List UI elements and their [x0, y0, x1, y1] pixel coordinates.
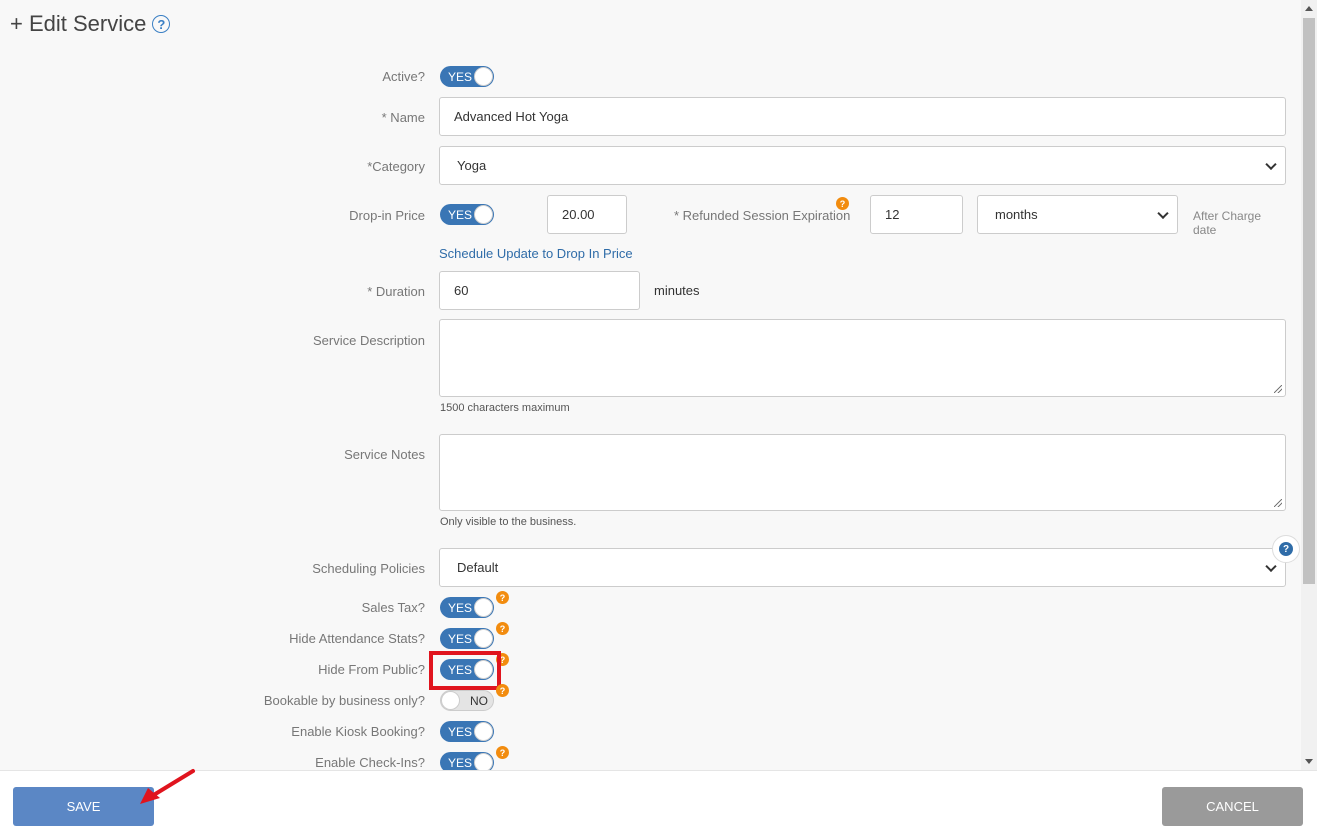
kiosk-booking-toggle[interactable]: YES: [440, 721, 494, 742]
hide-attendance-label: Hide Attendance Stats?: [289, 631, 425, 646]
dropin-price-input[interactable]: 20.00: [547, 195, 627, 234]
question-badge-icon[interactable]: ?: [496, 622, 509, 635]
name-input[interactable]: Advanced Hot Yoga: [439, 97, 1286, 136]
notes-textarea[interactable]: [439, 434, 1286, 511]
resize-handle-icon[interactable]: [1274, 499, 1282, 507]
toggle-knob: [441, 691, 460, 710]
after-charge-text: After Charge date: [1193, 209, 1262, 237]
duration-value: 60: [454, 283, 469, 298]
refund-unit-value: months: [995, 207, 1038, 222]
save-button[interactable]: SAVE: [13, 787, 154, 826]
floating-help-button[interactable]: ?: [1272, 535, 1300, 563]
question-circle-icon: ?: [1279, 542, 1293, 556]
refund-unit-select[interactable]: months: [977, 195, 1178, 234]
toggle-knob: [474, 67, 493, 86]
vertical-scrollbar[interactable]: [1301, 0, 1317, 770]
dropin-toggle[interactable]: YES: [440, 204, 494, 225]
page-title: + Edit Service ?: [10, 11, 171, 37]
dropin-label: Drop-in Price: [349, 208, 425, 223]
schedule-price-update-link[interactable]: Schedule Update to Drop In Price: [439, 246, 633, 261]
highlight-box: [429, 651, 501, 690]
scroll-down-arrow-icon[interactable]: [1305, 759, 1313, 764]
active-toggle-text: YES: [448, 69, 473, 84]
scroll-up-arrow-icon[interactable]: [1305, 6, 1313, 11]
description-textarea[interactable]: [439, 319, 1286, 397]
check-ins-toggle-text: YES: [448, 755, 473, 770]
category-label: *Category: [367, 159, 425, 174]
toggle-knob: [474, 629, 493, 648]
question-badge-icon[interactable]: ?: [496, 684, 509, 697]
scrollbar-thumb[interactable]: [1303, 18, 1315, 584]
bookable-business-toggle[interactable]: NO: [440, 690, 494, 711]
page-title-text: + Edit Service: [10, 11, 147, 36]
description-hint: 1500 characters maximum: [440, 402, 570, 414]
question-badge-icon[interactable]: ?: [836, 197, 849, 210]
kiosk-booking-label: Enable Kiosk Booking?: [291, 724, 425, 739]
refund-expiration-input[interactable]: 12: [870, 195, 963, 234]
toggle-knob: [474, 722, 493, 741]
kiosk-booking-toggle-text: YES: [448, 724, 473, 739]
dropin-toggle-text: YES: [448, 207, 473, 222]
check-ins-label: Enable Check-Ins?: [315, 755, 425, 770]
description-label: Service Description: [313, 333, 425, 348]
category-select[interactable]: Yoga: [439, 146, 1286, 185]
sales-tax-toggle[interactable]: YES: [440, 597, 494, 618]
hide-attendance-toggle[interactable]: YES: [440, 628, 494, 649]
refund-expiration-label: * Refunded Session Expiration: [674, 208, 851, 223]
notes-hint: Only visible to the business.: [440, 516, 577, 528]
bookable-business-toggle-text: NO: [470, 693, 488, 708]
name-label: * Name: [381, 110, 425, 125]
question-badge-icon[interactable]: ?: [496, 746, 509, 759]
duration-unit: minutes: [654, 283, 700, 298]
help-icon[interactable]: ?: [152, 15, 171, 33]
bookable-business-label: Bookable by business only?: [263, 693, 425, 708]
duration-label: * Duration: [367, 284, 425, 299]
question-badge-icon[interactable]: ?: [496, 591, 509, 604]
name-value: Advanced Hot Yoga: [454, 109, 569, 124]
active-label: Active?: [382, 69, 425, 84]
policies-select[interactable]: Default: [439, 548, 1286, 587]
toggle-knob: [474, 205, 493, 224]
refund-expiration-value: 12: [885, 207, 900, 222]
policies-value: Default: [457, 560, 499, 575]
sales-tax-label: Sales Tax?: [361, 600, 425, 615]
dropin-price-value: 20.00: [562, 207, 595, 222]
annotation-arrow-icon: [140, 769, 195, 804]
cancel-button[interactable]: CANCEL: [1162, 787, 1303, 826]
notes-label: Service Notes: [344, 447, 425, 462]
toggle-knob: [474, 598, 493, 617]
sales-tax-toggle-text: YES: [448, 600, 473, 615]
duration-input[interactable]: 60: [439, 271, 640, 310]
policies-label: Scheduling Policies: [312, 561, 425, 576]
chevron-down-icon: [1157, 207, 1169, 219]
chevron-down-icon: [1265, 560, 1277, 572]
chevron-down-icon: [1265, 158, 1277, 170]
hide-attendance-toggle-text: YES: [448, 631, 473, 646]
active-toggle[interactable]: YES: [440, 66, 494, 87]
hide-public-label: Hide From Public?: [318, 662, 425, 677]
resize-handle-icon[interactable]: [1274, 385, 1282, 393]
category-value: Yoga: [457, 158, 487, 173]
